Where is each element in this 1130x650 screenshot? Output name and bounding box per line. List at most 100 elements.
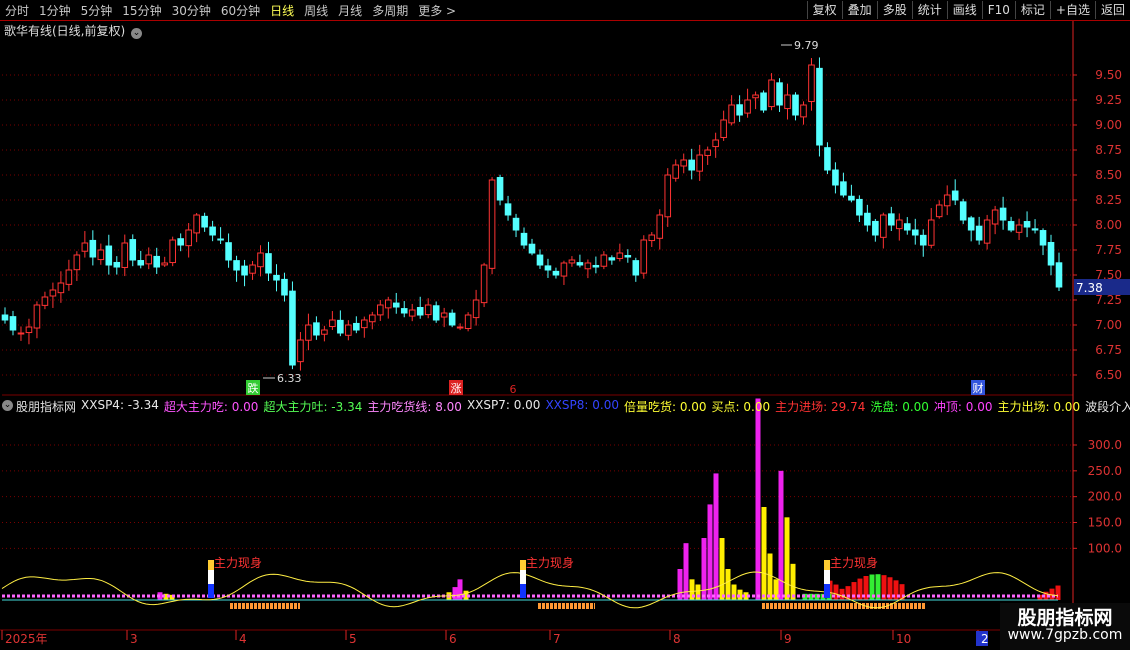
candle-body <box>808 64 815 103</box>
candle-body <box>472 299 480 319</box>
candle-body <box>991 209 999 225</box>
candle-body <box>888 213 895 226</box>
indicator-field-8: 主力进场: 29.74 <box>775 400 866 414</box>
low-label: 6.33 <box>277 372 302 385</box>
candle-body <box>169 239 176 264</box>
indicator-field-12: 波段介入 <box>1085 400 1130 414</box>
event-badge-text: 跌 <box>248 381 259 395</box>
indicator-field-6: 倍量吃货: 0.00 <box>623 400 707 414</box>
price-tick-label: 9.50 <box>1095 68 1122 82</box>
candle-body <box>17 332 25 335</box>
chevron-down-icon[interactable]: ⌄ <box>131 28 143 39</box>
candle-body <box>959 201 967 221</box>
candle-body <box>816 67 823 146</box>
candle-body <box>800 104 807 118</box>
candle-body <box>33 304 41 329</box>
candle-body <box>704 149 711 156</box>
indicator-name[interactable]: 股朋指标网 <box>16 398 76 415</box>
candle-body <box>257 252 264 268</box>
watermark-url: www.7gpzb.com <box>1007 627 1123 643</box>
candle-body <box>209 226 216 236</box>
candle-body <box>824 147 831 171</box>
price-tick-label: 9.25 <box>1095 93 1122 107</box>
candle-body <box>728 104 735 124</box>
candle-body <box>273 274 280 281</box>
date-label: 9 <box>784 632 792 646</box>
candle-body <box>392 302 400 308</box>
indicator-field-11: 主力出场: 0.00 <box>997 400 1081 414</box>
candle-body <box>864 212 871 226</box>
candle-body <box>424 304 432 316</box>
candle-body <box>560 262 568 277</box>
price-tick-label: 8.25 <box>1095 193 1122 207</box>
candle-body <box>792 94 799 116</box>
volume-tick-label: 100.0 <box>1088 541 1122 555</box>
candle-body <box>361 319 368 329</box>
candle-body <box>496 177 504 201</box>
candle-body <box>297 339 304 363</box>
signal-marker-mid <box>520 570 526 584</box>
candle-body <box>432 305 440 321</box>
candle-body <box>353 322 360 331</box>
candle-body <box>249 264 256 274</box>
candle-body <box>416 307 424 316</box>
indicator-bar <box>784 517 790 600</box>
date-label: 7 <box>553 632 561 646</box>
event-badge-text: 涨 <box>451 382 462 395</box>
candle-body <box>384 299 392 309</box>
candle-body <box>848 195 855 201</box>
date-label: 2 <box>981 632 989 646</box>
signal-marker-mid <box>208 570 214 584</box>
indicator-bar <box>839 588 845 600</box>
candle-body <box>983 219 991 244</box>
candle-body <box>217 238 224 241</box>
event-badge-text: 财 <box>973 381 984 395</box>
indicator-bar <box>452 587 458 600</box>
date-label: 6 <box>449 632 457 646</box>
candle-body <box>177 238 184 246</box>
candle-body <box>337 319 344 334</box>
candle-body <box>225 242 232 261</box>
signal-label: 主力现身 <box>214 555 262 570</box>
indicator-field-9: 洗盘: 0.00 <box>870 400 929 414</box>
indicator-field-5: XXSP8: 0.00 <box>545 398 619 412</box>
chevron-down-icon[interactable]: ⌄ <box>2 400 13 411</box>
candle-body <box>49 289 57 297</box>
candle-body <box>241 265 248 276</box>
price-tick-label: 6.50 <box>1095 368 1122 382</box>
candle-body <box>376 304 384 316</box>
indicator-bars <box>157 398 1061 600</box>
candle-body <box>113 261 121 268</box>
candle-body <box>752 94 759 99</box>
candle-body <box>576 262 584 266</box>
candle-body <box>720 119 727 138</box>
stock-chart[interactable]: 9.509.259.008.758.508.258.007.757.507.25… <box>0 0 1130 650</box>
indicator-field-1: 超大主力吃: 0.00 <box>163 400 259 414</box>
candle-body <box>201 215 208 228</box>
indicator-field-4: XXSP7: 0.00 <box>466 398 541 412</box>
candle-body <box>999 207 1007 221</box>
indicator-title-bar: ⌄ 股朋指标网 XXSP4: -3.34 超大主力吃: 0.00 超大主力吐: -3… <box>2 398 1130 415</box>
candle-body <box>440 312 448 318</box>
date-label: 3 <box>130 632 138 646</box>
candle-body <box>480 264 488 304</box>
indicator-bar <box>731 584 737 600</box>
watermark: 股朋指标网 www.7gpzb.com <box>1000 603 1130 650</box>
candle-body <box>927 219 935 246</box>
indicator-bar <box>713 473 719 600</box>
volume-tick-label: 200.0 <box>1088 490 1122 504</box>
date-label: 5 <box>349 632 357 646</box>
candle-body <box>520 232 528 246</box>
indicator-bar <box>767 553 773 600</box>
candle-body <box>584 262 592 270</box>
candle-body <box>321 329 328 335</box>
candle-body <box>1055 262 1063 288</box>
volume-tick-label: 150.0 <box>1088 516 1122 530</box>
candle-body <box>1015 224 1023 233</box>
candle-body <box>528 243 536 254</box>
candle-body <box>832 169 839 186</box>
price-tick-label: 9.00 <box>1095 118 1122 132</box>
candle-body <box>153 255 161 268</box>
high-label: 9.79 <box>794 39 819 52</box>
signal-label: 主力现身 <box>830 555 878 570</box>
